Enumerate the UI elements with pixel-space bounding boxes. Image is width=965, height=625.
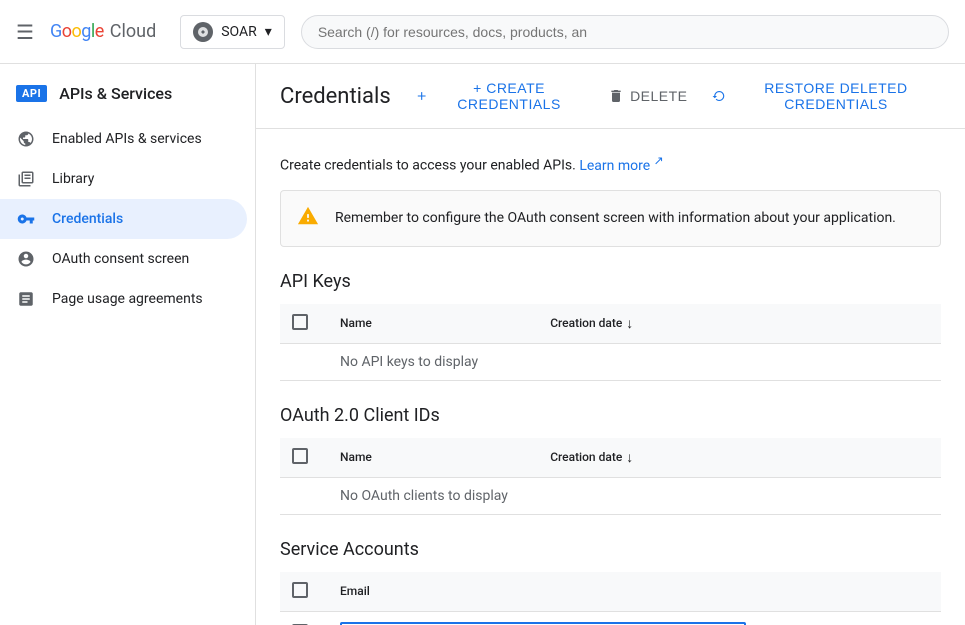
sidebar-item-library[interactable]: Library [0, 159, 247, 199]
api-keys-section: API Keys Name Creation d [280, 271, 941, 381]
credentials-header: Credentials + CREATE CREDENTIALS DELETE … [256, 64, 965, 129]
plus-icon [415, 88, 428, 104]
page-title: Credentials [280, 84, 391, 109]
api-keys-title: API Keys [280, 271, 941, 292]
external-link-icon: ↗ [654, 153, 664, 167]
restore-credentials-button[interactable]: RESTORE DELETED CREDENTIALS [712, 80, 941, 112]
sidebar-item-credentials[interactable]: Credentials [0, 199, 247, 239]
logo-letter-g1: G [50, 21, 62, 42]
topbar: ☰ Google Cloud SOAR ▾ [0, 0, 965, 64]
delete-button[interactable]: DELETE [608, 88, 687, 104]
api-keys-empty-checkbox [280, 343, 328, 380]
project-selector[interactable]: SOAR ▾ [180, 15, 285, 49]
cloud-text: Cloud [110, 21, 156, 42]
sidebar-item-oauth-consent[interactable]: OAuth consent screen [0, 239, 247, 279]
restore-icon [712, 88, 725, 104]
logo-letter-o1: o [62, 21, 72, 42]
oauth-name-header: Name [328, 438, 538, 478]
sidebar-item-page-usage[interactable]: Page usage agreements [0, 279, 247, 319]
service-accounts-section: Service Accounts Email [280, 539, 941, 625]
service-account-email-link[interactable]: sumo-logic-cloud-soar@soar-381914.iam.gs… [340, 622, 746, 625]
api-keys-name-header: Name [328, 304, 538, 344]
sidebar-item-oauth-label: OAuth consent screen [52, 251, 189, 267]
sort-icon-oauth: ↓ [626, 449, 633, 466]
oauth-date-header[interactable]: Creation date ↓ [538, 438, 941, 478]
sort-icon-api-keys: ↓ [626, 315, 633, 332]
sa-checkbox-header [280, 572, 328, 612]
layout: API APIs & Services Enabled APIs & servi… [0, 64, 965, 625]
delete-icon [608, 88, 624, 104]
oauth-section: OAuth 2.0 Client IDs Name [280, 405, 941, 515]
logo-letter-e: e [95, 21, 104, 42]
sa-email-cell: sumo-logic-cloud-soar@soar-381914.iam.gs… [328, 611, 941, 625]
project-dropdown-icon: ▾ [265, 24, 272, 40]
sidebar-item-enabled-apis[interactable]: Enabled APIs & services [0, 119, 247, 159]
oauth-title: OAuth 2.0 Client IDs [280, 405, 941, 426]
service-accounts-title: Service Accounts [280, 539, 941, 560]
service-account-row: sumo-logic-cloud-soar@soar-381914.iam.gs… [280, 611, 941, 625]
learn-more-link[interactable]: Learn more ↗ [579, 158, 663, 174]
sidebar-title: APIs & Services [59, 84, 172, 103]
create-credentials-button[interactable]: + CREATE CREDENTIALS [415, 80, 584, 112]
oauth-checkbox-header [280, 438, 328, 478]
oauth-consent-icon [16, 249, 36, 269]
menu-icon[interactable]: ☰ [16, 20, 34, 44]
project-name: SOAR [221, 24, 257, 40]
logo-letter-o2: o [71, 21, 81, 42]
sa-select-all-checkbox[interactable] [292, 582, 308, 598]
project-icon [193, 22, 213, 42]
warning-banner: Remember to configure the OAuth consent … [280, 190, 941, 247]
sidebar-item-credentials-label: Credentials [52, 211, 123, 227]
main-content: Credentials + CREATE CREDENTIALS DELETE … [256, 64, 965, 625]
logo-letter-g2: g [81, 21, 91, 42]
warning-icon [297, 205, 319, 232]
project-icon-svg [197, 26, 209, 38]
sidebar-nav: Enabled APIs & services Library Credenti… [0, 119, 255, 319]
search-input[interactable] [301, 15, 949, 49]
page-usage-icon [16, 289, 36, 309]
service-accounts-table: Email sumo-logic-cloud-soar@soar-381914.… [280, 572, 941, 625]
api-keys-checkbox-header [280, 304, 328, 344]
sidebar-item-library-label: Library [52, 171, 94, 187]
oauth-select-all-checkbox[interactable] [292, 448, 308, 464]
api-keys-select-all-checkbox[interactable] [292, 314, 308, 330]
api-keys-empty-row: No API keys to display [280, 343, 941, 380]
oauth-empty-checkbox [280, 477, 328, 514]
api-keys-empty-message: No API keys to display [328, 343, 941, 380]
api-keys-date-header[interactable]: Creation date ↓ [538, 304, 941, 344]
info-text: Create credentials to access your enable… [280, 153, 941, 174]
api-keys-table: Name Creation date ↓ [280, 304, 941, 381]
api-badge: API [16, 85, 47, 102]
oauth-empty-message: No OAuth clients to display [328, 477, 941, 514]
google-logo-text: Google [50, 21, 104, 42]
credentials-icon [16, 209, 36, 229]
oauth-table: Name Creation date ↓ [280, 438, 941, 515]
sa-row-checkbox-cell [280, 611, 328, 625]
content-area: Create credentials to access your enable… [256, 129, 965, 625]
oauth-empty-row: No OAuth clients to display [280, 477, 941, 514]
sa-email-header: Email [328, 572, 941, 612]
library-icon [16, 169, 36, 189]
sidebar: API APIs & Services Enabled APIs & servi… [0, 64, 256, 625]
enabled-apis-icon [16, 129, 36, 149]
sidebar-item-enabled-apis-label: Enabled APIs & services [52, 131, 202, 147]
google-cloud-logo: Google Cloud [50, 21, 156, 42]
warning-text: Remember to configure the OAuth consent … [335, 210, 896, 226]
sidebar-header: API APIs & Services [0, 72, 255, 119]
sidebar-item-page-usage-label: Page usage agreements [52, 291, 203, 307]
